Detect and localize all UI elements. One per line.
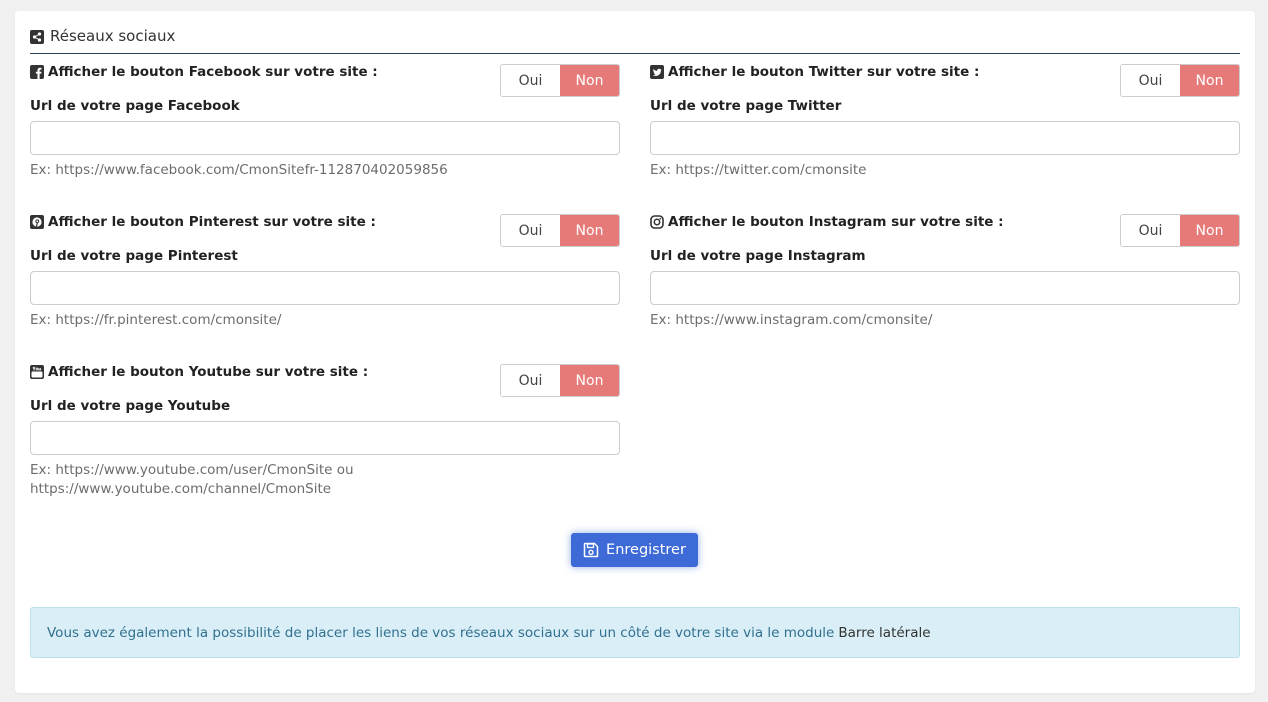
sidebar-module-link[interactable]: Barre latérale bbox=[838, 625, 930, 641]
facebook-icon bbox=[30, 65, 44, 79]
instagram-url-label: Url de votre page Instagram bbox=[650, 248, 866, 264]
instagram-label: Afficher le bouton Instagram sur votre s… bbox=[650, 214, 1004, 230]
youtube-group: Afficher le bouton Youtube sur votre sit… bbox=[30, 364, 620, 499]
social-networks-card: Réseaux sociaux Afficher le bouton Faceb… bbox=[15, 11, 1255, 693]
info-alert: Vous avez également la possibilité de pl… bbox=[30, 607, 1240, 658]
twitter-group: Afficher le bouton Twitter sur votre sit… bbox=[650, 64, 1240, 180]
section-title: Réseaux sociaux bbox=[30, 27, 1240, 54]
youtube-url-label: Url de votre page Youtube bbox=[30, 398, 231, 414]
youtube-example-line-2: https://www.youtube.com/channel/CmonSite bbox=[30, 481, 332, 497]
pinterest-non-button[interactable]: Non bbox=[560, 215, 619, 246]
instagram-example: Ex: https://www.instagram.com/cmonsite/ bbox=[650, 312, 933, 328]
section-title-text: Réseaux sociaux bbox=[50, 27, 176, 45]
twitter-toggle[interactable]: Oui Non bbox=[1120, 64, 1240, 97]
share-icon bbox=[30, 30, 44, 44]
instagram-url-input[interactable] bbox=[650, 271, 1240, 305]
youtube-non-button[interactable]: Non bbox=[560, 365, 619, 396]
pinterest-oui-button[interactable]: Oui bbox=[501, 215, 560, 246]
pinterest-label: Afficher le bouton Pinterest sur votre s… bbox=[30, 214, 376, 230]
youtube-icon bbox=[30, 365, 44, 379]
twitter-oui-button[interactable]: Oui bbox=[1121, 65, 1180, 96]
pinterest-toggle[interactable]: Oui Non bbox=[500, 214, 620, 247]
facebook-url-label: Url de votre page Facebook bbox=[30, 98, 240, 114]
youtube-toggle[interactable]: Oui Non bbox=[500, 364, 620, 397]
twitter-url-input[interactable] bbox=[650, 121, 1240, 155]
youtube-url-input[interactable] bbox=[30, 421, 620, 455]
youtube-example: Ex: https://www.youtube.com/user/CmonSit… bbox=[30, 461, 620, 499]
save-button-label: Enregistrer bbox=[606, 542, 686, 558]
instagram-non-button[interactable]: Non bbox=[1180, 215, 1239, 246]
facebook-label: Afficher le bouton Facebook sur votre si… bbox=[30, 64, 378, 80]
pinterest-group: Afficher le bouton Pinterest sur votre s… bbox=[30, 214, 620, 330]
pinterest-url-label: Url de votre page Pinterest bbox=[30, 248, 238, 264]
pinterest-example: Ex: https://fr.pinterest.com/cmonsite/ bbox=[30, 312, 282, 328]
floppy-disk-icon bbox=[583, 542, 599, 558]
facebook-url-input[interactable] bbox=[30, 121, 620, 155]
pinterest-icon bbox=[30, 215, 44, 229]
facebook-oui-button[interactable]: Oui bbox=[501, 65, 560, 96]
info-text: Vous avez également la possibilité de pl… bbox=[47, 624, 835, 641]
facebook-example: Ex: https://www.facebook.com/CmonSitefr-… bbox=[30, 162, 448, 178]
instagram-group: Afficher le bouton Instagram sur votre s… bbox=[650, 214, 1240, 330]
pinterest-url-input[interactable] bbox=[30, 271, 620, 305]
twitter-icon bbox=[650, 65, 664, 79]
instagram-toggle[interactable]: Oui Non bbox=[1120, 214, 1240, 247]
facebook-non-button[interactable]: Non bbox=[560, 65, 619, 96]
instagram-icon bbox=[650, 215, 664, 229]
twitter-non-button[interactable]: Non bbox=[1180, 65, 1239, 96]
twitter-example: Ex: https://twitter.com/cmonsite bbox=[650, 162, 867, 178]
facebook-group: Afficher le bouton Facebook sur votre si… bbox=[30, 64, 620, 180]
twitter-url-label: Url de votre page Twitter bbox=[650, 98, 842, 114]
save-button[interactable]: Enregistrer bbox=[571, 533, 698, 567]
twitter-label: Afficher le bouton Twitter sur votre sit… bbox=[650, 64, 979, 80]
instagram-oui-button[interactable]: Oui bbox=[1121, 215, 1180, 246]
facebook-toggle[interactable]: Oui Non bbox=[500, 64, 620, 97]
youtube-label: Afficher le bouton Youtube sur votre sit… bbox=[30, 364, 368, 380]
youtube-oui-button[interactable]: Oui bbox=[501, 365, 560, 396]
youtube-example-line-1: Ex: https://www.youtube.com/user/CmonSit… bbox=[30, 462, 354, 478]
